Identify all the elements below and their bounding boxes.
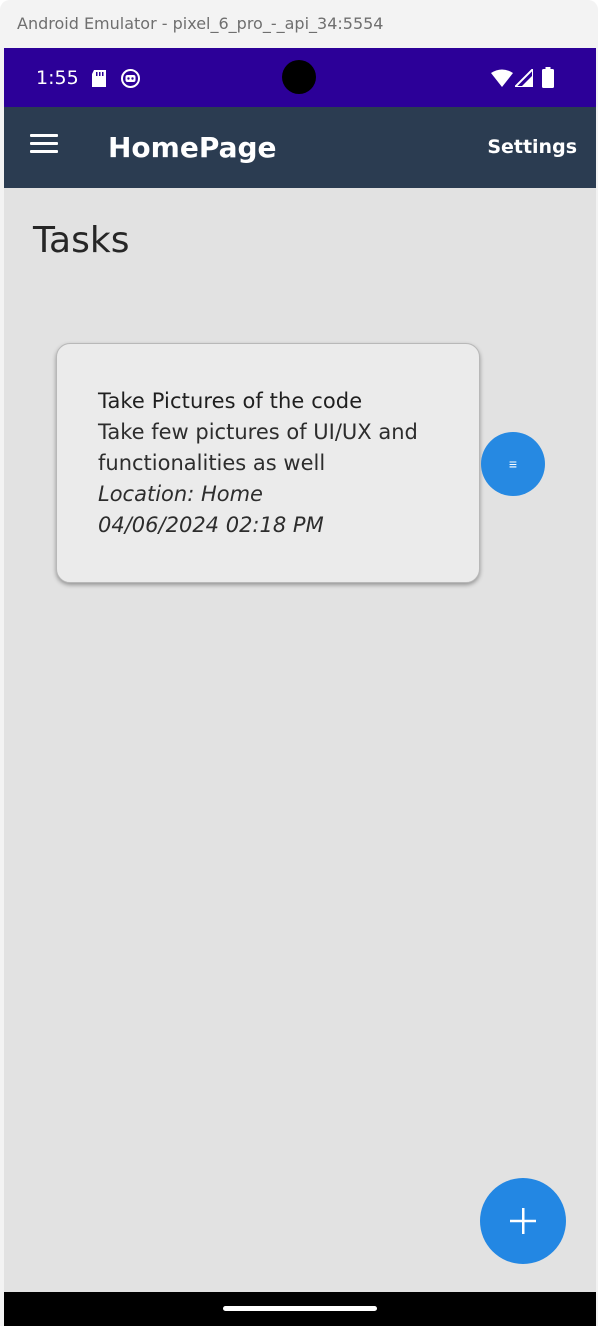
hamburger-menu-icon[interactable] — [30, 134, 58, 156]
app-bar-title: HomePage — [108, 131, 277, 164]
emulator-window: Android Emulator - pixel_6_pro_-_api_34:… — [0, 0, 598, 1326]
robot-icon — [121, 69, 140, 88]
task-options-button[interactable]: ≡ — [481, 432, 545, 496]
window-title: Android Emulator - pixel_6_pro_-_api_34:… — [17, 14, 384, 33]
plus-icon — [510, 1208, 536, 1234]
task-description-line-1: Take few pictures of UI/UX and — [98, 420, 418, 444]
settings-button[interactable]: Settings — [487, 136, 577, 158]
task-datetime: 04/06/2024 02:18 PM — [98, 513, 324, 537]
task-title: Take Pictures of the code — [98, 389, 363, 413]
add-task-button[interactable] — [480, 1178, 566, 1264]
page-title: Tasks — [33, 220, 130, 261]
status-bar: 1:55 — [4, 48, 596, 107]
wifi-icon — [491, 69, 513, 87]
task-card[interactable]: Take Pictures of the code Take few pictu… — [56, 343, 480, 583]
task-description-line-2: functionalities as well — [98, 451, 326, 475]
sd-card-icon — [92, 70, 106, 87]
app-bar: HomePage Settings — [4, 107, 596, 188]
device-screen: 1:55 HomePage Settings Tasks Take Pictur… — [4, 48, 596, 1326]
status-time: 1:55 — [36, 67, 79, 89]
home-gesture-handle[interactable] — [223, 1306, 377, 1311]
task-location: Location: Home — [98, 482, 263, 506]
battery-icon — [542, 67, 554, 88]
window-titlebar: Android Emulator - pixel_6_pro_-_api_34:… — [0, 0, 598, 48]
camera-cutout — [282, 60, 316, 94]
navigation-bar — [4, 1292, 596, 1326]
menu-lines-icon: ≡ — [508, 456, 518, 472]
signal-icon — [515, 69, 533, 87]
